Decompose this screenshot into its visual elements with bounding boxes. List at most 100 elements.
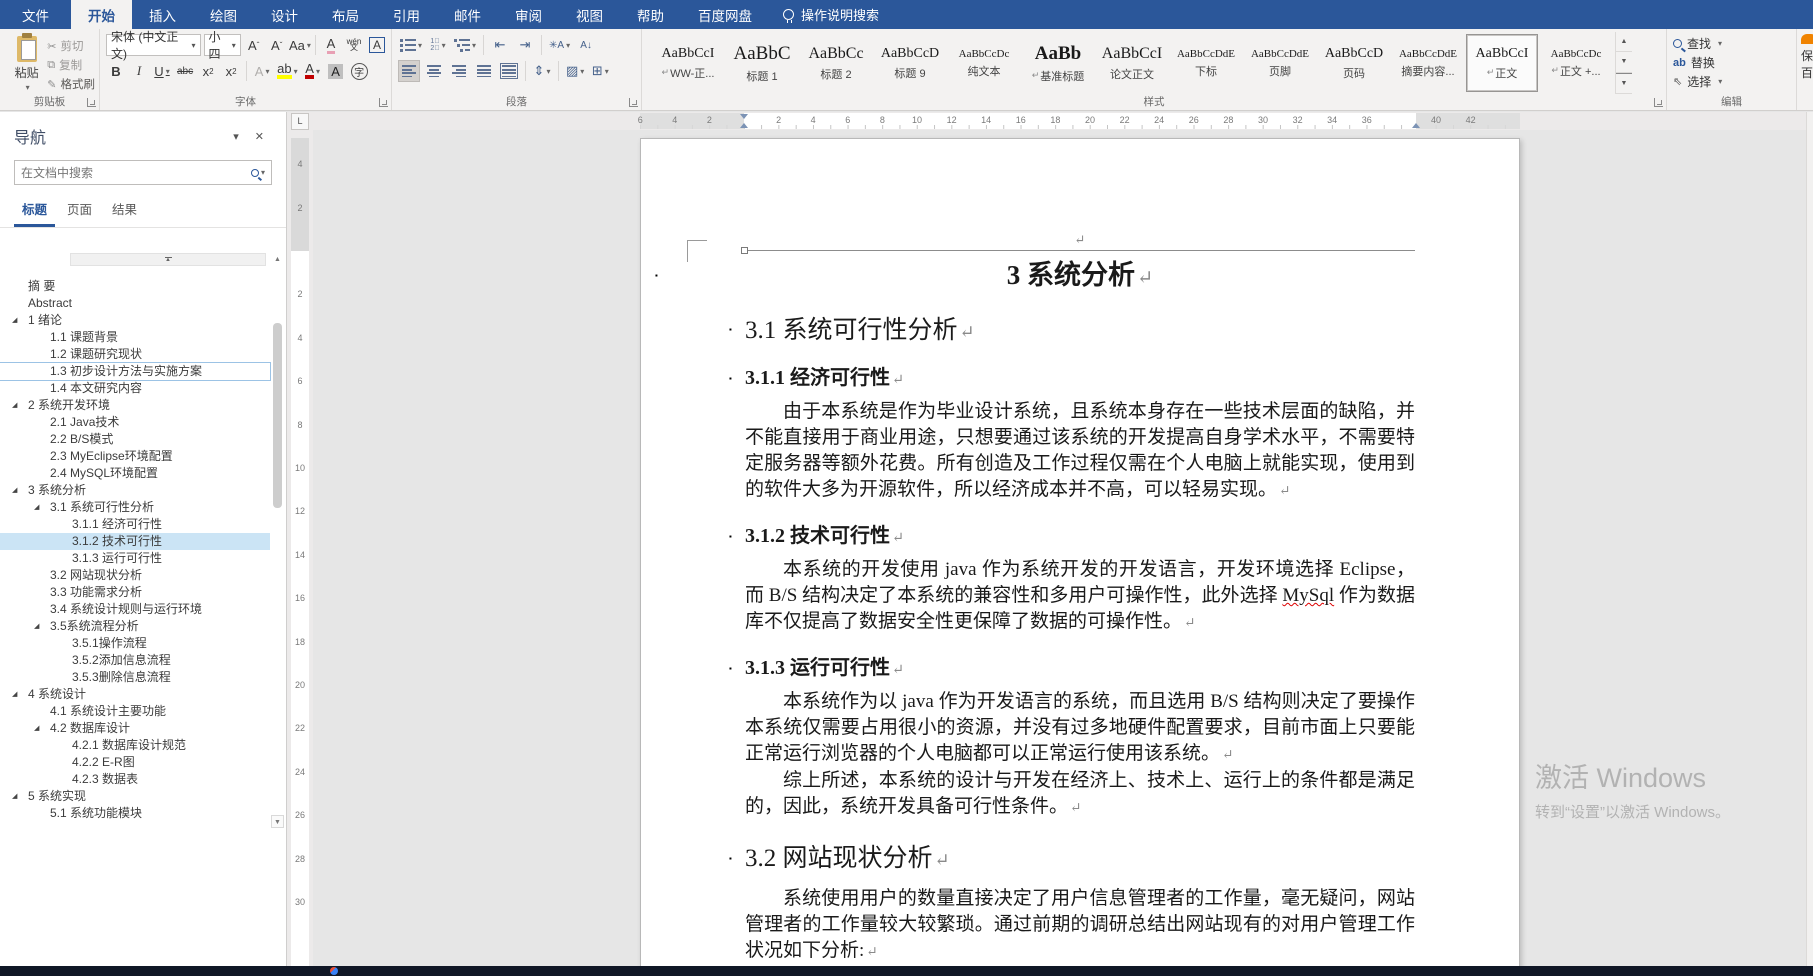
character-shading-button[interactable]: A bbox=[326, 60, 346, 82]
tab-审阅[interactable]: 审阅 bbox=[498, 0, 559, 29]
nav-pane-menu-button[interactable]: ▾ bbox=[225, 130, 247, 143]
style-item-纯文本[interactable]: AaBbCcDc 纯文本 bbox=[948, 34, 1020, 92]
grow-font-button[interactable]: Aˆ bbox=[244, 34, 264, 56]
tab-视图[interactable]: 视图 bbox=[559, 0, 620, 29]
collapse-triangle-icon[interactable]: ◢ bbox=[12, 312, 17, 329]
outline-item[interactable]: 3.5.3删除信息流程 bbox=[0, 669, 270, 686]
outline-item[interactable]: ◢ 3.5系统流程分析 bbox=[0, 618, 270, 635]
outline-item[interactable]: ◢ 4 系统设计 bbox=[0, 686, 270, 703]
nav-jump-to-top-bar[interactable]: ▲ bbox=[70, 253, 266, 266]
nav-pane-close-button[interactable]: ✕ bbox=[247, 130, 272, 143]
align-right-button[interactable] bbox=[448, 60, 470, 82]
outline-item[interactable]: 1.2 课题研究现状 bbox=[0, 346, 270, 363]
document-page[interactable]: ↵ ▪ 3 系统分析 ↵ ▪ 3.1 系统可行性分析 ↵ ▪ 3.1.1 经济可行性 ↵ 由于本系… bbox=[640, 138, 1520, 966]
hanging-indent-marker[interactable] bbox=[740, 119, 748, 128]
font-dialog-launcher[interactable] bbox=[379, 98, 388, 107]
tab-插入[interactable]: 插入 bbox=[132, 0, 193, 29]
tab-帮助[interactable]: 帮助 bbox=[620, 0, 681, 29]
horizontal-ruler[interactable]: 6 4 2 2 4 6 8 10 12 14 16 18 20 22 24 26 28 30 32 34 36 40 42 bbox=[313, 112, 1813, 130]
style-item-WW-正...[interactable]: AaBbCcI ↵ WW-正... bbox=[652, 34, 724, 92]
outline-item[interactable]: 1.1 课题背景 bbox=[0, 329, 270, 346]
distributed-button[interactable] bbox=[498, 60, 520, 82]
tab-开始[interactable]: 开始 bbox=[71, 0, 132, 29]
collapse-triangle-icon[interactable]: ◢ bbox=[12, 482, 17, 499]
outline-item[interactable]: 4.2.1 数据库设计规范 bbox=[0, 737, 270, 754]
tab-邮件[interactable]: 邮件 bbox=[437, 0, 498, 29]
page-header-area[interactable]: ↵ bbox=[687, 139, 1415, 262]
align-center-button[interactable] bbox=[423, 60, 445, 82]
nav-tab-结果[interactable]: 结果 bbox=[104, 195, 145, 227]
document-scrollbar[interactable] bbox=[1806, 112, 1813, 966]
tab-file[interactable]: 文件 bbox=[0, 0, 71, 29]
clear-formatting-button[interactable]: A bbox=[321, 34, 341, 56]
collapse-triangle-icon[interactable]: ◢ bbox=[12, 397, 17, 414]
shrink-font-button[interactable]: Aˇ bbox=[267, 34, 287, 56]
phonetic-guide-button[interactable]: wén 文 bbox=[344, 34, 364, 56]
outline-item[interactable]: ◢ 2 系统开发环境 bbox=[0, 397, 270, 414]
multilevel-list-button[interactable]: ▾ bbox=[452, 34, 478, 56]
outline-item[interactable]: 4.1 系统设计主要功能 bbox=[0, 703, 270, 720]
outline-item[interactable]: 3.4 系统设计规则与运行环境 bbox=[0, 601, 270, 618]
outline-item[interactable]: 3.3 功能需求分析 bbox=[0, 584, 270, 601]
font-color-button[interactable]: A ▾ bbox=[303, 60, 323, 82]
decrease-indent-button[interactable]: ⇤ bbox=[489, 34, 511, 56]
font-name-combo[interactable]: 宋体 (中文正文) ▾ bbox=[106, 30, 201, 61]
outline-item[interactable]: 3.5.1操作流程 bbox=[0, 635, 270, 652]
font-size-combo[interactable]: 小四 ▾ bbox=[203, 30, 241, 61]
sort-button[interactable]: A↓ bbox=[575, 34, 597, 56]
text-effects-button[interactable]: A ▾ bbox=[252, 60, 272, 82]
numbering-button[interactable]: 1⃓ 2⃓ ▾ bbox=[427, 34, 449, 56]
windows-taskbar[interactable] bbox=[0, 966, 1813, 976]
asian-layout-button[interactable]: ✳A ▾ bbox=[547, 34, 572, 56]
style-item-页脚[interactable]: AaBbCcDdE 页脚 bbox=[1244, 34, 1316, 92]
line-spacing-button[interactable]: ⇕ ▾ bbox=[531, 60, 553, 82]
outline-item[interactable]: Abstract bbox=[0, 295, 270, 312]
increase-indent-button[interactable]: ⇥ bbox=[514, 34, 536, 56]
outline-item[interactable]: ◢ 1 绪论 bbox=[0, 312, 270, 329]
tab-引用[interactable]: 引用 bbox=[376, 0, 437, 29]
nav-scrollbar-thumb[interactable] bbox=[273, 323, 282, 508]
shading-button[interactable]: ▨ ▾ bbox=[564, 60, 586, 82]
style-item-摘要内容...[interactable]: AaBbCcDdE 摘要内容... bbox=[1392, 34, 1464, 92]
paste-button[interactable]: 粘贴 ▾ bbox=[6, 32, 47, 94]
taskbar-app-icon[interactable] bbox=[330, 967, 338, 975]
outline-item[interactable]: 3.1.1 经济可行性 bbox=[0, 516, 270, 533]
tab-百度网盘[interactable]: 百度网盘 bbox=[681, 0, 769, 29]
document-canvas[interactable]: 6 4 2 2 4 6 8 10 12 14 16 18 20 22 24 26 28 30 32 34 36 40 42 … bbox=[313, 112, 1813, 966]
collapse-triangle-icon[interactable]: ◢ bbox=[34, 720, 39, 737]
clipboard-dialog-launcher[interactable] bbox=[87, 98, 96, 107]
nav-tab-标题[interactable]: 标题 bbox=[14, 195, 56, 227]
tell-me-search[interactable]: 操作说明搜索 bbox=[769, 0, 893, 29]
outline-item[interactable]: 4.2.3 数据表 bbox=[0, 771, 270, 788]
nav-search-box[interactable]: ▾ bbox=[14, 160, 272, 185]
superscript-button[interactable]: x2 bbox=[221, 60, 241, 82]
outline-item[interactable]: 3.1.3 运行可行性 bbox=[0, 550, 270, 567]
style-item-论文正文[interactable]: AaBbCcI 论文正文 bbox=[1096, 34, 1168, 92]
collapse-triangle-icon[interactable]: ◢ bbox=[34, 499, 39, 516]
outline-item[interactable]: ◢ 3.1 系统可行性分析 bbox=[0, 499, 270, 516]
nav-search-input[interactable] bbox=[21, 165, 251, 180]
scroll-down-arrow-icon[interactable]: ▼ bbox=[271, 815, 284, 828]
nav-tab-页面[interactable]: 页面 bbox=[59, 195, 100, 227]
style-scroll-down-button[interactable]: ▼ bbox=[1616, 52, 1632, 73]
styles-dialog-launcher[interactable] bbox=[1654, 98, 1663, 107]
outline-item[interactable]: ◢ 3 系统分析 bbox=[0, 482, 270, 499]
paragraph-dialog-launcher[interactable] bbox=[629, 98, 638, 107]
copy-button[interactable]: ⧉ 复制 bbox=[47, 57, 95, 73]
style-item-下标[interactable]: AaBbCcDdE 下标 bbox=[1170, 34, 1242, 92]
tab-selector-box[interactable]: L bbox=[291, 113, 309, 130]
borders-button[interactable]: ⊞ ▾ bbox=[589, 60, 611, 82]
collapse-triangle-icon[interactable]: ◢ bbox=[34, 618, 39, 635]
style-item-标题 1[interactable]: AaBbC 标题 1 bbox=[726, 34, 798, 92]
style-scroll-up-button[interactable]: ▲ bbox=[1616, 32, 1632, 53]
nav-scrollbar[interactable]: ▲ ▼ bbox=[271, 253, 284, 828]
change-case-button[interactable]: Aa ▾ bbox=[289, 34, 311, 56]
nav-search-dropdown-icon[interactable]: ▾ bbox=[261, 168, 265, 177]
outline-item[interactable]: 3.5.2添加信息流程 bbox=[0, 652, 270, 669]
bold-button[interactable]: B bbox=[106, 60, 126, 82]
outline-item[interactable]: 2.3 MyEclipse环境配置 bbox=[0, 448, 270, 465]
vertical-ruler[interactable]: L 4 2 2 4 6 8 10 12 14 16 18 20 22 24 26 28 30 bbox=[287, 112, 313, 966]
save-to-baidu-button[interactable]: 保存到 百度网盘 bbox=[1797, 29, 1813, 110]
find-button[interactable]: 查找 ▾ bbox=[1673, 34, 1792, 53]
outline-item[interactable]: 3.2 网站现状分析 bbox=[0, 567, 270, 584]
